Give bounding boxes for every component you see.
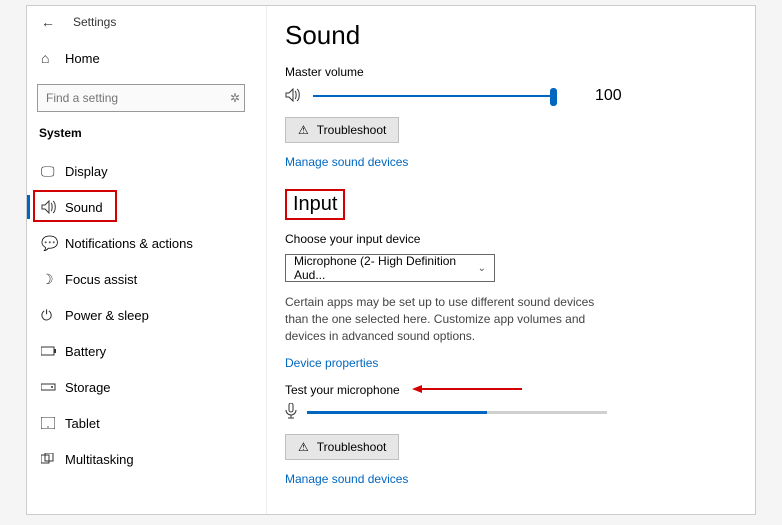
manage-sound-devices-link[interactable]: Manage sound devices bbox=[285, 155, 408, 169]
notifications-icon: 💬 bbox=[41, 235, 65, 252]
home-label: Home bbox=[65, 51, 100, 66]
topbar: ← Settings bbox=[37, 14, 256, 30]
search-icon: ✲ bbox=[230, 91, 240, 105]
battery-icon bbox=[41, 346, 65, 356]
troubleshoot-label: Troubleshoot bbox=[317, 440, 387, 454]
power-icon: ⏻ bbox=[41, 307, 65, 324]
focus-icon: ☽ bbox=[41, 271, 65, 288]
storage-icon bbox=[41, 382, 65, 392]
sidebar-item-sound[interactable]: Sound bbox=[37, 190, 256, 224]
system-heading: System bbox=[37, 126, 256, 140]
mic-level-row bbox=[285, 403, 737, 422]
sidebar-item-display[interactable]: 🖵 Display bbox=[37, 154, 256, 188]
volume-row: 100 bbox=[285, 87, 737, 105]
display-icon: 🖵 bbox=[41, 163, 65, 180]
sound-icon bbox=[41, 200, 65, 214]
volume-slider[interactable] bbox=[313, 95, 553, 97]
home-icon: ⌂ bbox=[41, 50, 65, 66]
warning-icon: ⚠ bbox=[298, 123, 309, 137]
search-wrap: ✲ bbox=[37, 84, 256, 112]
mic-level-meter bbox=[307, 411, 607, 414]
master-volume-label: Master volume bbox=[285, 65, 737, 79]
sidebar-item-label: Power & sleep bbox=[65, 308, 149, 323]
sidebar-item-tablet[interactable]: Tablet bbox=[37, 406, 256, 440]
sidebar-item-focus-assist[interactable]: ☽ Focus assist bbox=[37, 262, 256, 296]
warning-icon: ⚠ bbox=[298, 440, 309, 454]
manage-sound-devices-input-link[interactable]: Manage sound devices bbox=[285, 472, 408, 486]
volume-slider-thumb[interactable] bbox=[550, 88, 557, 106]
device-properties-link[interactable]: Device properties bbox=[285, 356, 378, 370]
settings-title: Settings bbox=[73, 15, 116, 29]
troubleshoot-output-button[interactable]: ⚠ Troubleshoot bbox=[285, 117, 399, 143]
input-heading: Input bbox=[293, 193, 337, 216]
sidebar-item-multitasking[interactable]: Multitasking bbox=[37, 442, 256, 476]
sidebar: ← Settings ⌂ Home ✲ System 🖵 Display Sou… bbox=[27, 6, 267, 514]
sidebar-item-label: Multitasking bbox=[65, 452, 134, 467]
mic-level-fill bbox=[307, 411, 487, 414]
page-title: Sound bbox=[285, 20, 737, 51]
main-content: Sound Master volume 100 ⚠ Troubleshoot M… bbox=[267, 6, 755, 514]
troubleshoot-label: Troubleshoot bbox=[317, 123, 387, 137]
tablet-icon bbox=[41, 417, 65, 429]
troubleshoot-input-button[interactable]: ⚠ Troubleshoot bbox=[285, 434, 399, 460]
sidebar-item-notifications[interactable]: 💬 Notifications & actions bbox=[37, 226, 256, 260]
sidebar-item-storage[interactable]: Storage bbox=[37, 370, 256, 404]
test-mic-label: Test your microphone bbox=[285, 383, 400, 397]
highlight-box-input: Input bbox=[285, 189, 345, 220]
sidebar-item-label: Battery bbox=[65, 344, 106, 359]
sidebar-item-label: Focus assist bbox=[65, 272, 137, 287]
volume-value: 100 bbox=[595, 87, 622, 105]
sidebar-item-label: Display bbox=[65, 164, 108, 179]
search-input[interactable] bbox=[37, 84, 245, 112]
sidebar-item-label: Tablet bbox=[65, 416, 100, 431]
sidebar-item-label: Sound bbox=[65, 200, 103, 215]
microphone-icon bbox=[285, 403, 297, 422]
input-device-value: Microphone (2- High Definition Aud... bbox=[294, 254, 478, 282]
choose-input-label: Choose your input device bbox=[285, 232, 737, 246]
sidebar-item-power[interactable]: ⏻ Power & sleep bbox=[37, 298, 256, 332]
speaker-icon[interactable] bbox=[285, 88, 303, 105]
annotation-arrow-icon bbox=[412, 382, 522, 397]
input-section: Input Choose your input device Microphon… bbox=[285, 189, 737, 486]
sidebar-item-home[interactable]: ⌂ Home bbox=[37, 42, 256, 74]
back-arrow-icon[interactable]: ← bbox=[41, 14, 61, 30]
sidebar-item-label: Notifications & actions bbox=[65, 236, 193, 251]
nav-list: 🖵 Display Sound 💬 Notifications & action… bbox=[37, 154, 256, 476]
settings-window: ← Settings ⌂ Home ✲ System 🖵 Display Sou… bbox=[26, 5, 756, 515]
sidebar-item-label: Storage bbox=[65, 380, 111, 395]
input-device-select[interactable]: Microphone (2- High Definition Aud... ⌄ bbox=[285, 254, 495, 282]
sidebar-item-battery[interactable]: Battery bbox=[37, 334, 256, 368]
multitasking-icon bbox=[41, 453, 65, 465]
chevron-down-icon: ⌄ bbox=[478, 263, 486, 274]
input-description: Certain apps may be set up to use differ… bbox=[285, 294, 615, 344]
test-mic-label-row: Test your microphone bbox=[285, 382, 737, 397]
